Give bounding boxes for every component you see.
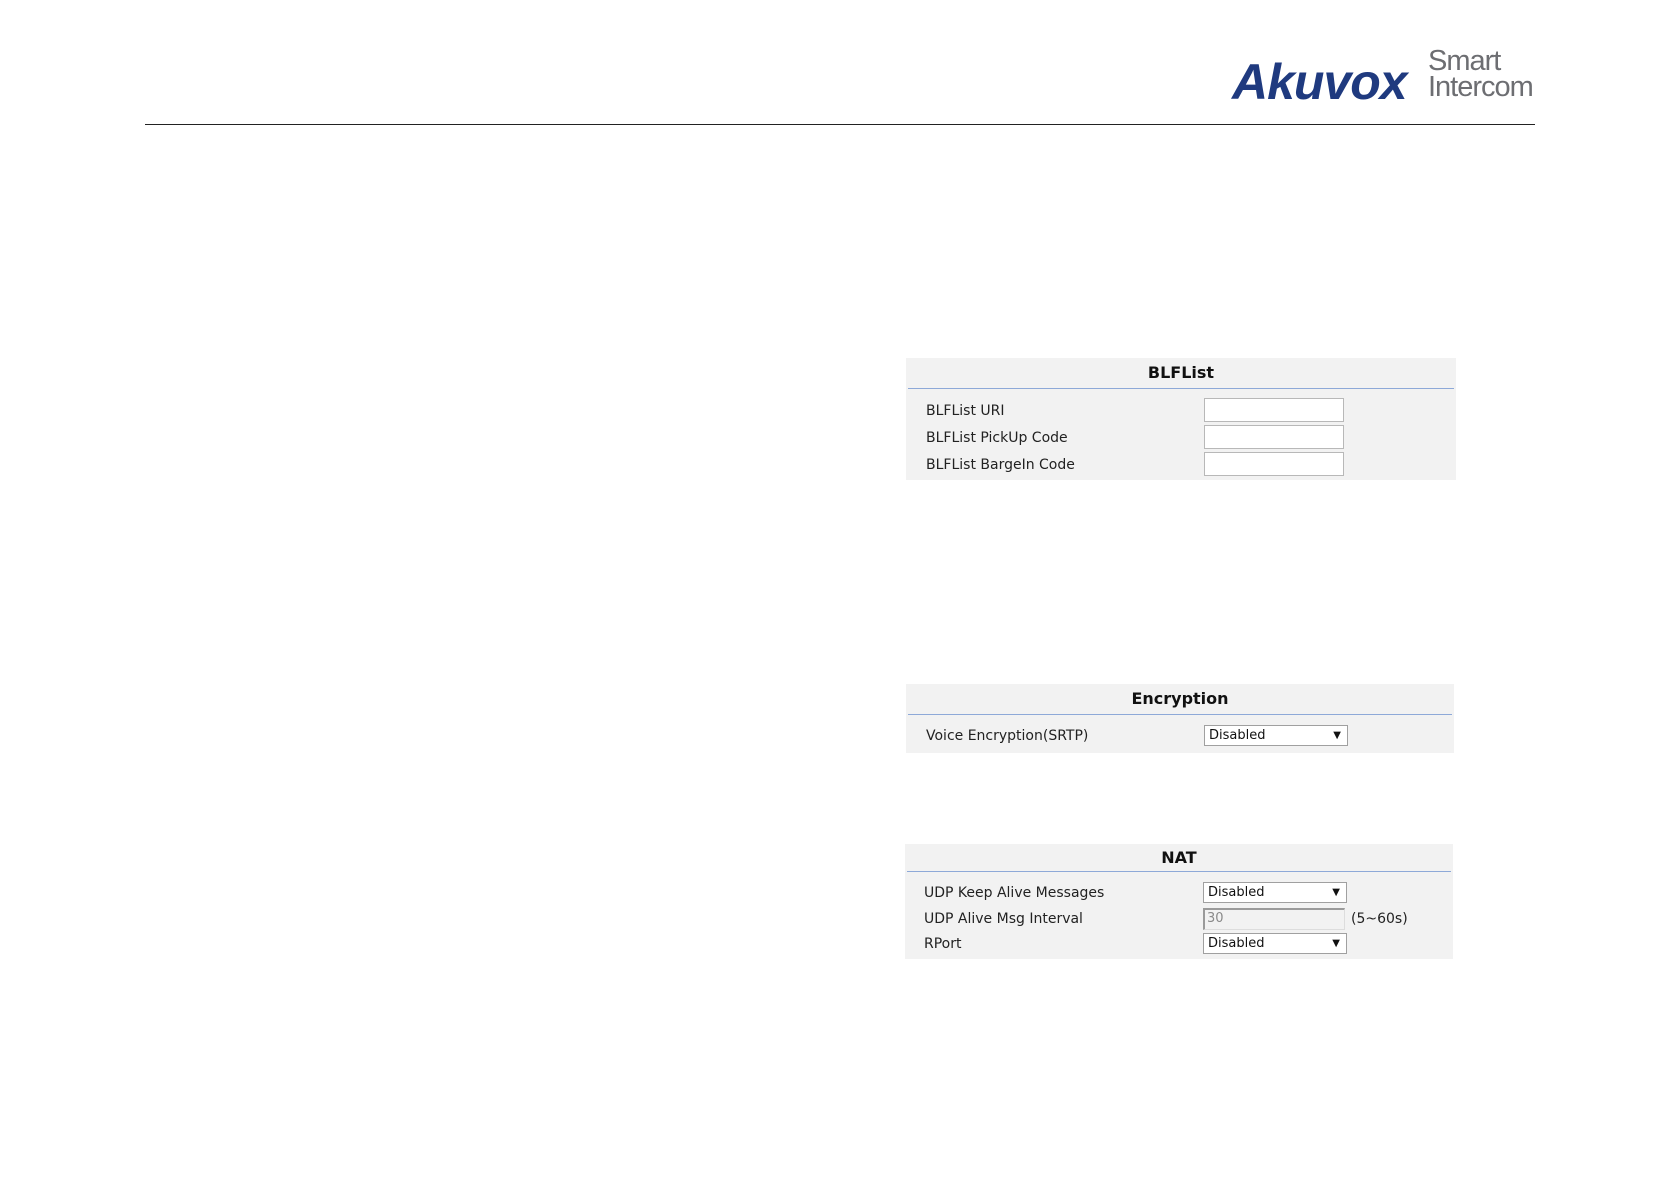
logo-tagline-line2: Intercom [1428, 71, 1534, 103]
udp-alive-interval-row: UDP Alive Msg Interval 30 (5~60s) [905, 906, 1453, 932]
blflist-bargein-code-input[interactable] [1204, 452, 1344, 476]
rport-row: RPort Disabled ▼ [905, 931, 1453, 957]
blflist-pickup-code-label: BLFList PickUp Code [926, 430, 1068, 446]
blflist-panel: BLFList BLFList URI BLFList PickUp Code … [906, 358, 1456, 480]
akuvox-logo: Akuvox Smart Intercom [1232, 46, 1542, 111]
header-divider [145, 124, 1535, 125]
encryption-title: Encryption [908, 684, 1452, 715]
blflist-pickup-code-input[interactable] [1204, 425, 1344, 449]
udp-alive-interval-label: UDP Alive Msg Interval [924, 911, 1083, 927]
rport-value: Disabled [1208, 936, 1265, 951]
nat-body: UDP Keep Alive Messages Disabled ▼ UDP A… [905, 872, 1453, 959]
blflist-uri-input[interactable] [1204, 398, 1344, 422]
nat-panel: NAT UDP Keep Alive Messages Disabled ▼ U… [905, 844, 1453, 959]
logo-brand-text: Akuvox [1232, 54, 1408, 110]
chevron-down-icon: ▼ [1332, 887, 1340, 898]
encryption-panel: Encryption Voice Encryption(SRTP) Disabl… [906, 684, 1454, 753]
voice-encryption-row: Voice Encryption(SRTP) Disabled ▼ [906, 723, 1454, 749]
udp-keep-alive-row: UDP Keep Alive Messages Disabled ▼ [905, 880, 1453, 906]
blflist-bargein-code-row: BLFList BargeIn Code [906, 452, 1456, 478]
rport-select[interactable]: Disabled ▼ [1203, 933, 1347, 954]
encryption-body: Voice Encryption(SRTP) Disabled ▼ [906, 715, 1454, 753]
blflist-body: BLFList URI BLFList PickUp Code BLFList … [906, 389, 1456, 479]
voice-encryption-select[interactable]: Disabled ▼ [1204, 725, 1348, 746]
rport-label: RPort [924, 936, 962, 952]
blflist-title: BLFList [908, 358, 1454, 389]
blflist-pickup-code-row: BLFList PickUp Code [906, 425, 1456, 451]
udp-keep-alive-label: UDP Keep Alive Messages [924, 885, 1105, 901]
chevron-down-icon: ▼ [1333, 730, 1341, 741]
voice-encryption-label: Voice Encryption(SRTP) [926, 728, 1089, 744]
blflist-uri-label: BLFList URI [926, 403, 1005, 419]
udp-keep-alive-select[interactable]: Disabled ▼ [1203, 882, 1347, 903]
chevron-down-icon: ▼ [1332, 938, 1340, 949]
udp-alive-interval-input[interactable]: 30 [1203, 908, 1345, 930]
document-page: Akuvox Smart Intercom BLFList BLFList UR… [0, 0, 1678, 1185]
nat-title: NAT [907, 844, 1451, 872]
udp-alive-interval-range-hint: (5~60s) [1351, 911, 1408, 927]
blflist-bargein-code-label: BLFList BargeIn Code [926, 457, 1075, 473]
logo-tagline: Smart Intercom [1428, 47, 1534, 103]
voice-encryption-value: Disabled [1209, 728, 1266, 743]
blflist-uri-row: BLFList URI [906, 398, 1456, 424]
udp-keep-alive-value: Disabled [1208, 885, 1265, 900]
